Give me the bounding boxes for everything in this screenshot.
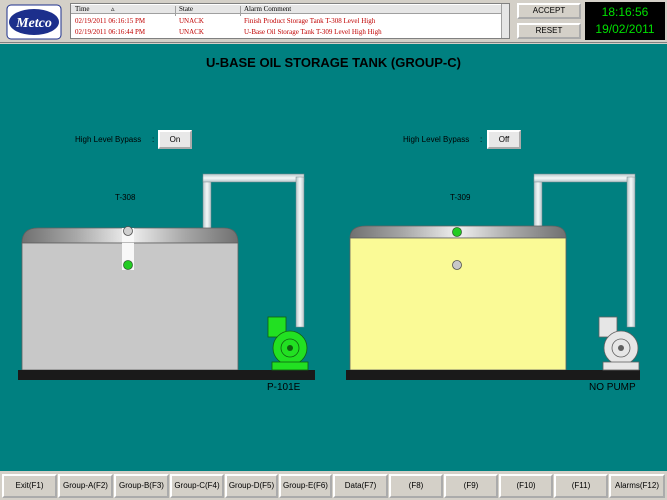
function-key-f7[interactable]: Data(F7) [333,474,388,498]
bypass-label-t308: High Level Bypass [75,135,142,144]
alarm-time: 02/19/2011 06:16:44 PM [75,28,146,36]
tank-tag-t308: T-308 [115,193,136,202]
alarm-table-header: Time ▵ State Alarm Comment [71,5,509,16]
process-graphic [18,173,640,380]
clock-date: 19/02/2011 [595,22,655,36]
function-key-bar: Exit(F1) Group-A(F2) Group-B(F3) Group-C(F4… [0,472,667,500]
accept-button[interactable]: ACCEPT [517,3,581,19]
pump-label-p101e: P-101E [267,382,301,393]
alarm-table-scrollbar[interactable] [501,4,509,38]
page-title: U-BASE OIL STORAGE TANK (GROUP-C) [206,55,461,70]
clock-display: 18:16:56 19/02/2011 [585,2,665,40]
top-bar: Metco Time ▵ State Alarm Comment 02/19/2… [0,0,667,43]
function-key-f10[interactable]: (F10) [499,474,553,498]
alarm-row[interactable]: 02/19/2011 06:16:44 PM UNACK U-Base Oil … [71,28,509,37]
function-key-f6[interactable]: Group-E(F6) [279,474,332,498]
level-indicator [452,260,462,270]
column-header-time[interactable]: Time [75,5,90,14]
pipe-top [533,173,636,183]
alarm-state: UNACK [179,17,204,25]
column-header-state[interactable]: State [179,5,193,14]
function-key-f12[interactable]: Alarms(F12) [609,474,665,498]
pipe-discharge [295,176,305,328]
function-key-f3[interactable]: Group-B(F3) [114,474,169,498]
level-indicator [123,260,133,270]
clock-time: 18:16:56 [601,5,649,19]
bypass-toggle-t309[interactable]: Off [487,130,521,149]
alarm-time: 02/19/2011 06:16:15 PM [75,17,146,25]
high-level-indicator [123,226,133,236]
colon: : [480,135,483,144]
reset-button[interactable]: RESET [517,23,581,39]
function-key-f8[interactable]: (F8) [389,474,443,498]
tank-body[interactable] [349,237,567,371]
pump-label-none: NO PUMP [589,382,636,393]
alarm-comment: U-Base Oil Storage Tank T-309 Level High… [244,28,382,36]
pipe-top [202,173,305,183]
logo-text: Metco [15,16,52,31]
tank-tag-t309: T-309 [450,193,471,202]
alarm-comment: Finish Product Storage Tank T-308 Level … [244,17,376,25]
colon: : [152,135,155,144]
tank-t309-group [346,173,640,380]
tank-t308-group [18,173,315,380]
function-key-f1[interactable]: Exit(F1) [2,474,57,498]
high-level-indicator [452,227,462,237]
function-key-f9[interactable]: (F9) [444,474,498,498]
function-key-f11[interactable]: (F11) [554,474,608,498]
sort-arrow-icon: ▵ [111,5,115,13]
bypass-label-t309: High Level Bypass [403,135,470,144]
alarm-state: UNACK [179,28,204,36]
column-header-comment[interactable]: Alarm Comment [244,5,291,14]
tank-base [346,370,640,380]
alarm-summary-table[interactable]: Time ▵ State Alarm Comment 02/19/2011 06… [70,3,510,39]
pipe-discharge [626,176,636,328]
function-key-f5[interactable]: Group-D(F5) [225,474,278,498]
metco-logo: Metco [6,4,62,40]
bypass-toggle-t308[interactable]: On [158,130,192,149]
function-key-f2[interactable]: Group-A(F2) [58,474,113,498]
alarm-row[interactable]: 02/19/2011 06:16:15 PM UNACK Finish Prod… [71,17,509,26]
function-key-f4[interactable]: Group-C(F4) [170,474,224,498]
tank-base [18,370,315,380]
